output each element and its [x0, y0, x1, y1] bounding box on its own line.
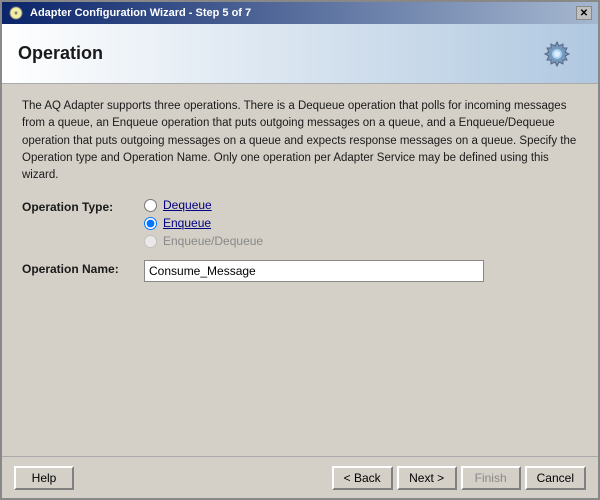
enqueue-dequeue-radio — [144, 235, 157, 248]
operation-name-row: Operation Name: — [22, 260, 578, 282]
operation-name-input[interactable] — [144, 260, 484, 282]
window-title: Adapter Configuration Wizard - Step 5 of… — [30, 7, 251, 19]
finish-button[interactable]: Finish — [461, 466, 521, 490]
close-button[interactable]: ✕ — [576, 6, 592, 20]
dequeue-radio-item: Dequeue — [144, 198, 263, 212]
dequeue-label[interactable]: Dequeue — [163, 198, 212, 212]
dequeue-radio[interactable] — [144, 199, 157, 212]
main-window: Adapter Configuration Wizard - Step 5 of… — [0, 0, 600, 500]
enqueue-dequeue-radio-item: Enqueue/Dequeue — [144, 234, 263, 248]
enqueue-radio[interactable] — [144, 217, 157, 230]
header-banner: Operation — [2, 24, 598, 84]
title-bar: Adapter Configuration Wizard - Step 5 of… — [2, 2, 598, 24]
footer: Help < Back Next > Finish Cancel — [2, 456, 598, 498]
enqueue-label[interactable]: Enqueue — [163, 216, 211, 230]
content-area: The AQ Adapter supports three operations… — [2, 84, 598, 456]
footer-right: < Back Next > Finish Cancel — [332, 466, 586, 490]
operation-type-row: Operation Type: Dequeue Enqueue Enqueue/… — [22, 198, 578, 248]
description-text: The AQ Adapter supports three operations… — [22, 98, 578, 184]
enqueue-radio-item: Enqueue — [144, 216, 263, 230]
operation-type-radio-group: Dequeue Enqueue Enqueue/Dequeue — [144, 198, 263, 248]
footer-left: Help — [14, 466, 74, 490]
enqueue-dequeue-label: Enqueue/Dequeue — [163, 234, 263, 248]
cancel-button[interactable]: Cancel — [525, 466, 586, 490]
operation-type-label: Operation Type: — [22, 198, 132, 214]
header-title: Operation — [18, 43, 103, 64]
window-icon — [8, 5, 24, 21]
operation-name-label: Operation Name: — [22, 260, 132, 276]
title-bar-left: Adapter Configuration Wizard - Step 5 of… — [8, 5, 251, 21]
back-button[interactable]: < Back — [332, 466, 393, 490]
next-button[interactable]: Next > — [397, 466, 457, 490]
gear-icon — [532, 29, 582, 79]
form-section: Operation Type: Dequeue Enqueue Enqueue/… — [22, 198, 578, 282]
help-button[interactable]: Help — [14, 466, 74, 490]
